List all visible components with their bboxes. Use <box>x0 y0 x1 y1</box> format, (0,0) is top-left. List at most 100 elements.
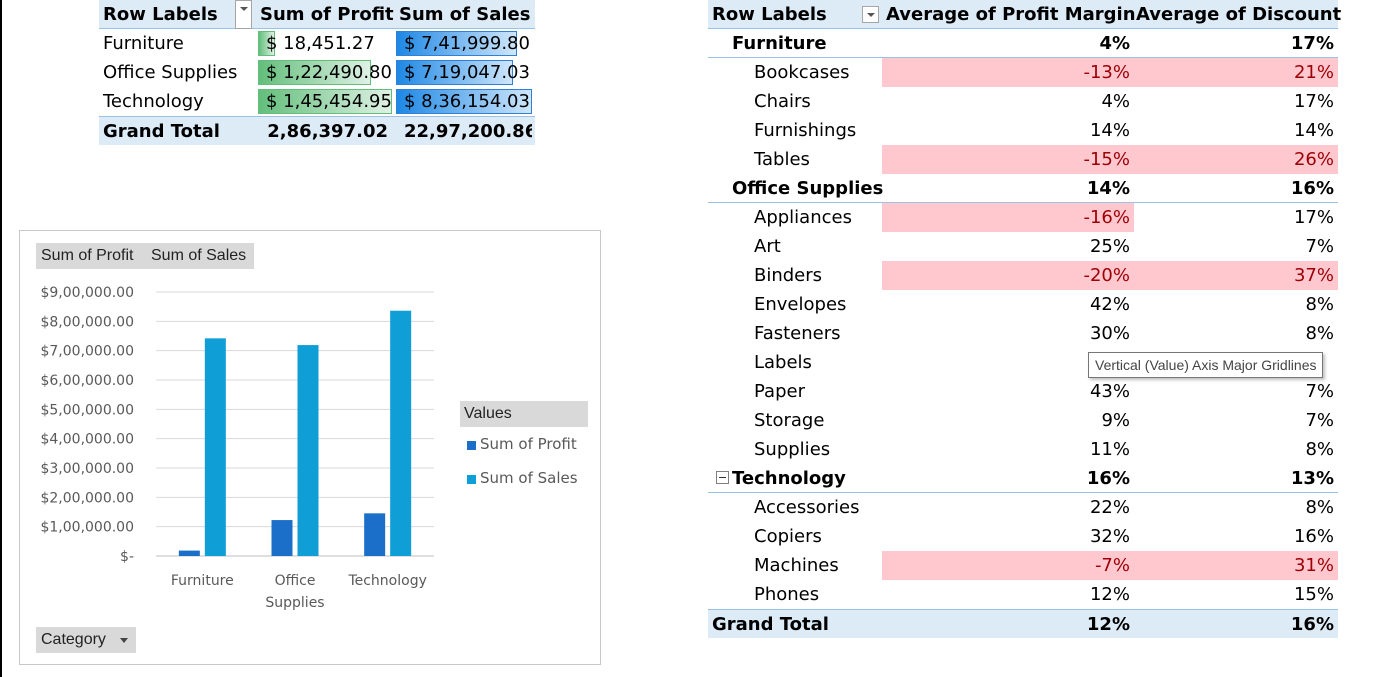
pivot1-row-label[interactable]: Technology <box>103 87 204 116</box>
chart-legend[interactable]: Values Sum of Profit Sum of Sales <box>460 401 588 495</box>
chart-field-button-sum-of-sales[interactable]: Sum of Sales <box>146 243 254 269</box>
pivot2-subcategory-discount[interactable]: 8% <box>1134 493 1338 522</box>
pivot1-grand-total-profit[interactable]: 2,86,397.02 <box>258 117 392 146</box>
bar-sum-of-sales[interactable] <box>297 345 319 556</box>
pivot2-subcategory-label[interactable]: Phones <box>754 580 819 609</box>
pivot2-subcategory-margin[interactable]: 12% <box>882 580 1134 609</box>
pivot2-subcategory-label[interactable]: Envelopes <box>754 290 846 319</box>
pivot2-subcategory-margin[interactable]: -20% <box>882 261 1134 290</box>
pivot2-subcategory-label[interactable]: Labels <box>754 348 812 377</box>
pivot1-sales-cell[interactable]: $ 7,19,047.03 <box>396 58 532 87</box>
pivot2-avg-profit-margin-header[interactable]: Average of Profit Margin <box>886 0 1136 29</box>
pivot2-subcategory-margin[interactable]: 25% <box>882 232 1134 261</box>
pivot1-sum-sales-header[interactable]: Sum of Sales <box>399 0 530 29</box>
pivot2-subcategory-discount[interactable]: 21% <box>1134 58 1338 87</box>
pivot2-subcategory-label[interactable]: Machines <box>754 551 839 580</box>
pivot2-subcategory-margin[interactable]: 32% <box>882 522 1134 551</box>
pivot2-subcategory-margin[interactable]: -7% <box>882 551 1134 580</box>
pivot1-profit-cell[interactable]: $ 18,451.27 <box>258 29 392 58</box>
pivot2-subcategory-label[interactable]: Bookcases <box>754 58 850 87</box>
pivot2-subcategory-margin[interactable]: 43% <box>882 377 1134 406</box>
pivot2-subcategory-margin[interactable]: -15% <box>882 145 1134 174</box>
pivot1-sum-profit-header[interactable]: Sum of Profit <box>260 0 394 29</box>
pivot2-subcategory-margin[interactable]: 22% <box>882 493 1134 522</box>
pivot2-category-discount[interactable]: 16% <box>1134 174 1338 203</box>
chart-category-field-dropdown[interactable]: Category <box>36 627 136 653</box>
pivot2-subcategory-label[interactable]: Furnishings <box>754 116 856 145</box>
pivot1-grand-total-label[interactable]: Grand Total <box>103 117 220 146</box>
pivot1-grand-total-sales[interactable]: 22,97,200.86 <box>396 117 532 146</box>
pivot2-subcategory-discount[interactable]: 7% <box>1134 406 1338 435</box>
pivot2-category-label[interactable]: Technology <box>732 464 846 493</box>
pivot2-subcategory-label[interactable]: Art <box>754 232 781 261</box>
pivot1-row-label[interactable]: Furniture <box>103 29 184 58</box>
pivot2-category-margin[interactable]: 4% <box>882 29 1134 58</box>
pivot2-subcategory-discount[interactable]: 8% <box>1134 290 1338 319</box>
legend-title[interactable]: Values <box>460 401 588 427</box>
pivot1-profit-cell[interactable]: $ 1,22,490.80 <box>258 58 392 87</box>
legend-item-sum-of-sales[interactable]: Sum of Sales <box>460 461 588 495</box>
pivot2-subcategory-discount[interactable]: 15% <box>1134 580 1338 609</box>
pivot2-category-discount[interactable]: 17% <box>1134 29 1338 58</box>
pivot2-subcategory-discount[interactable]: 26% <box>1134 145 1338 174</box>
pivot2-subcategory-margin[interactable]: 9% <box>882 406 1134 435</box>
pivot1-row-labels-filter-dropdown[interactable] <box>235 0 252 29</box>
y-axis-tick-label: $9,00,000.00 <box>40 285 134 301</box>
pivot1-sales-cell[interactable]: $ 7,41,999.80 <box>396 29 532 58</box>
pivot1-row-label[interactable]: Office Supplies <box>103 58 237 87</box>
pivot2-category-margin[interactable]: 14% <box>882 174 1134 203</box>
pivot2-category-label[interactable]: Furniture <box>732 29 827 58</box>
pivot2-grand-total-margin[interactable]: 12% <box>882 610 1134 639</box>
pivot2-subcategory-discount[interactable]: 17% <box>1134 203 1338 232</box>
bar-sum-of-sales[interactable] <box>390 310 412 556</box>
pivot2-subcategory-margin[interactable]: 30% <box>882 319 1134 348</box>
pivot2-subcategory-margin[interactable]: 42% <box>882 290 1134 319</box>
pivot-chart[interactable]: $9,00,000.00 $8,00,000.00 $7,00,000.00 $6,0… <box>19 230 601 665</box>
collapse-minus-icon[interactable] <box>716 471 729 484</box>
pivot2-subcategory-label[interactable]: Storage <box>754 406 824 435</box>
pivot2-subcategory-label[interactable]: Accessories <box>754 493 860 522</box>
pivot2-subcategory-discount[interactable]: 31% <box>1134 551 1338 580</box>
pivot2-row-labels-filter-dropdown[interactable] <box>862 6 879 23</box>
pivot2-subcategory-discount[interactable]: 7% <box>1134 232 1338 261</box>
pivot2-subcategory-margin[interactable]: 11% <box>882 435 1134 464</box>
pivot2-row-labels-header[interactable]: Row Labels <box>712 0 827 29</box>
pivot2-subcategory-label[interactable]: Appliances <box>754 203 852 232</box>
pivot2-subcategory-label[interactable]: Tables <box>754 145 810 174</box>
pivot2-category-margin[interactable]: 16% <box>882 464 1134 493</box>
pivot2-subcategory-label[interactable]: Supplies <box>754 435 830 464</box>
pivot2-grand-total-discount[interactable]: 16% <box>1134 610 1338 639</box>
profit-sales-pivot-table: Row Labels Sum of Profit Sum of Sales Fu… <box>99 0 535 145</box>
pivot2-subcategory-discount[interactable]: 7% <box>1134 377 1338 406</box>
bar-sum-of-sales[interactable] <box>204 338 226 556</box>
pivot2-subcategory-discount[interactable]: 16% <box>1134 522 1338 551</box>
pivot2-avg-discount-header[interactable]: Average of Discount <box>1136 0 1341 29</box>
pivot2-category-discount[interactable]: 13% <box>1134 464 1338 493</box>
legend-item-sum-of-profit[interactable]: Sum of Profit <box>460 427 588 461</box>
pivot2-subcategory-discount[interactable]: 37% <box>1134 261 1338 290</box>
bar-sum-of-profit[interactable] <box>364 513 386 556</box>
pivot2-subcategory-margin[interactable]: 4% <box>882 87 1134 116</box>
pivot2-subcategory-discount[interactable]: 8% <box>1134 319 1338 348</box>
pivot1-row: Furniture $ 18,451.27 $ 7,41,999.80 <box>99 29 535 58</box>
pivot1-row-labels-header[interactable]: Row Labels <box>103 0 218 29</box>
pivot2-subcategory-label[interactable]: Binders <box>754 261 822 290</box>
pivot2-subcategory-label[interactable]: Chairs <box>754 87 811 116</box>
chart-field-button-sum-of-profit[interactable]: Sum of Profit <box>36 243 146 269</box>
pivot2-subcategory-label[interactable]: Copiers <box>754 522 822 551</box>
pivot2-subcategory-label[interactable]: Fasteners <box>754 319 841 348</box>
pivot2-subcategory-discount[interactable]: 8% <box>1134 435 1338 464</box>
pivot2-subcategory-discount[interactable]: 14% <box>1134 116 1338 145</box>
pivot1-profit-cell[interactable]: $ 1,45,454.95 <box>258 87 392 116</box>
pivot2-subcategory-margin[interactable]: 14% <box>882 116 1134 145</box>
bar-sum-of-profit[interactable] <box>271 520 293 556</box>
pivot1-row: Technology $ 1,45,454.95 $ 8,36,154.03 <box>99 87 535 116</box>
pivot2-subcategory-margin[interactable]: -13% <box>882 58 1134 87</box>
bar-sum-of-profit[interactable] <box>178 550 200 556</box>
pivot2-subcategory-discount[interactable]: 17% <box>1134 87 1338 116</box>
pivot2-grand-total-label[interactable]: Grand Total <box>712 610 829 639</box>
pivot1-sales-cell[interactable]: $ 8,36,154.03 <box>396 87 532 116</box>
pivot2-subcategory-margin[interactable]: -16% <box>882 203 1134 232</box>
pivot2-category-label[interactable]: Office Supplies <box>732 174 883 203</box>
pivot2-subcategory-label[interactable]: Paper <box>754 377 805 406</box>
